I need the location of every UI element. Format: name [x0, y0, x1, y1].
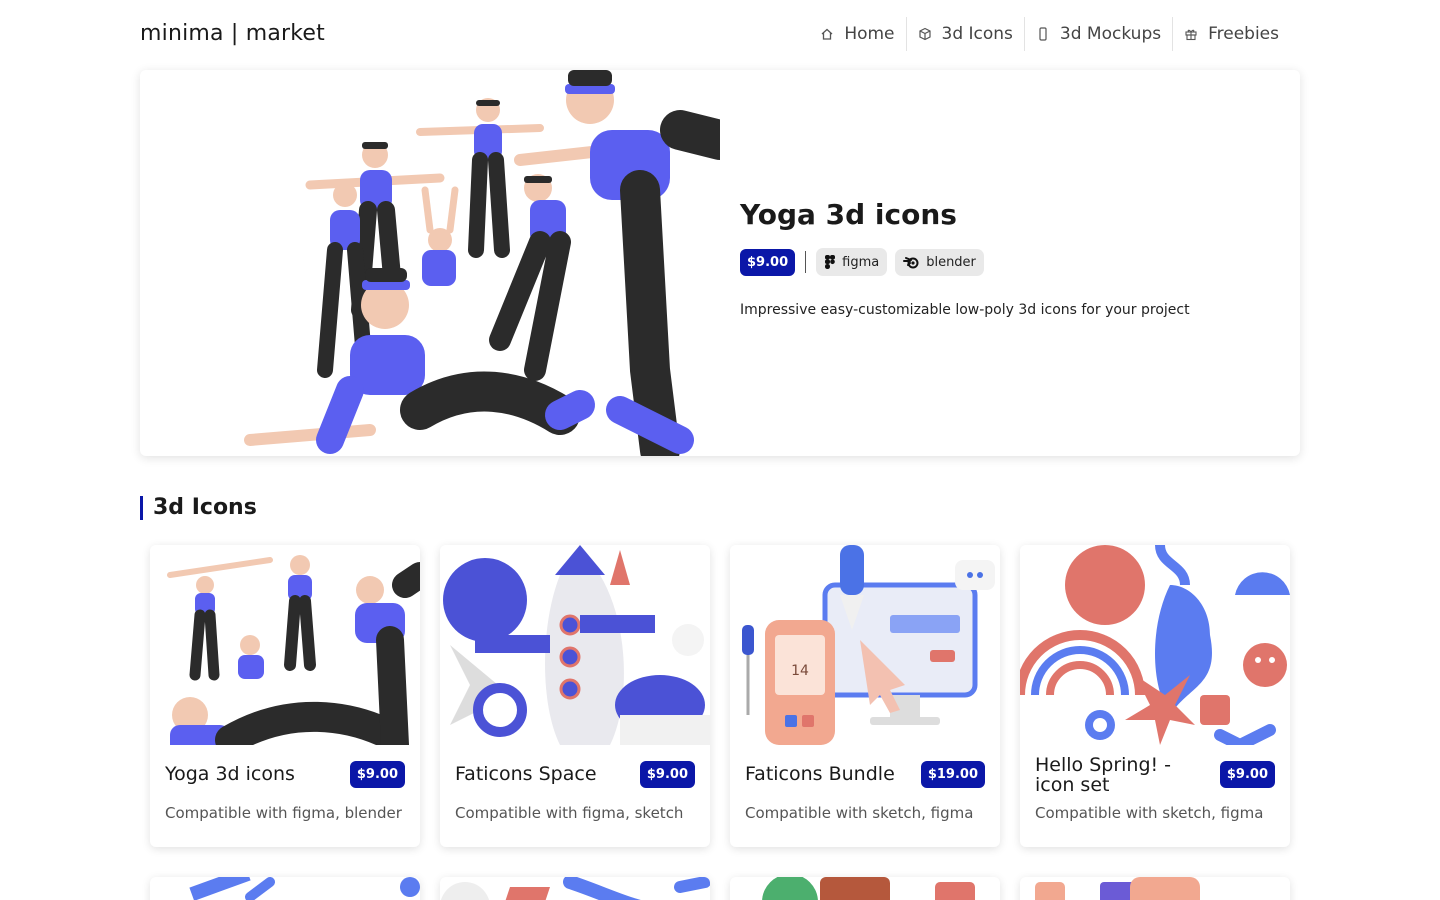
site-logo[interactable]: minima | market [140, 21, 325, 46]
tool-chip-blender-label: blender [926, 254, 976, 270]
nav-3d-mockups[interactable]: 3d Mockups [1025, 17, 1172, 51]
featured-product-hero[interactable]: Yoga 3d icons $9.00 figma blender Impres… [140, 70, 1300, 456]
product-card-price: $9.00 [349, 761, 405, 788]
space-card-image [440, 545, 710, 745]
product-card-image-partial [441, 877, 710, 900]
bundle-card-image: 14 [730, 545, 1000, 745]
product-card[interactable]: Yoga 3d icons $9.00 Compatible with figm… [150, 545, 420, 847]
product-card-compat: Compatible with figma, blender [165, 804, 402, 822]
hero-description: Impressive easy-customizable low-poly 3d… [740, 302, 1190, 318]
main-nav: Home 3d Icons 3d Mockups Freebies [809, 17, 1290, 51]
product-card-partial[interactable] [150, 877, 420, 900]
product-card[interactable]: 14 Faticons Bundle $19.00 Compatible wit… [730, 545, 1000, 847]
product-card-price: $19.00 [920, 761, 985, 788]
product-card-compat: Compatible with sketch, figma [745, 804, 974, 822]
tool-chip-figma: figma [816, 248, 888, 276]
product-card-image-partial [1035, 877, 1200, 900]
cube-icon [918, 27, 931, 41]
hero-product-title[interactable]: Yoga 3d icons [740, 198, 957, 231]
product-card-partial[interactable] [730, 877, 1000, 900]
product-card-image-partial [189, 877, 420, 900]
nav-home[interactable]: Home [809, 17, 905, 51]
product-card-price: $9.00 [639, 761, 695, 788]
tool-chip-figma-label: figma [842, 254, 880, 270]
product-card-name[interactable]: Faticons Space [455, 764, 635, 784]
tool-chip-blender: blender [895, 248, 984, 276]
home-icon [821, 28, 833, 40]
nav-3d-icons[interactable]: 3d Icons [907, 17, 1024, 51]
product-card-name[interactable]: Yoga 3d icons [165, 764, 345, 784]
yoga-card-image [150, 545, 420, 745]
nav-home-label: Home [844, 24, 895, 44]
product-card-image-partial [762, 877, 975, 900]
product-card[interactable]: Faticons Space $9.00 Compatible with fig… [440, 545, 710, 847]
phone-icon [1039, 27, 1047, 41]
nav-3d-icons-label: 3d Icons [941, 24, 1013, 44]
yoga-figures-illustration [244, 70, 720, 456]
svg-text:14: 14 [791, 663, 809, 679]
nav-freebies-label: Freebies [1208, 24, 1279, 44]
product-card-compat: Compatible with figma, sketch [455, 804, 684, 822]
nav-3d-mockups-label: 3d Mockups [1059, 24, 1162, 44]
blender-icon [903, 257, 919, 269]
figma-icon [825, 255, 836, 269]
spring-card-image [1020, 545, 1290, 745]
product-card-compat: Compatible with sketch, figma [1035, 804, 1264, 822]
site-header: minima | market Home 3d Icons 3d Mockups… [140, 0, 1300, 70]
hero-price-badge: $9.00 [740, 248, 796, 276]
section-title-3d-icons: 3d Icons [140, 496, 257, 520]
nav-freebies[interactable]: Freebies [1173, 17, 1290, 51]
hero-tags: $9.00 figma blender [740, 248, 984, 276]
product-card-name[interactable]: Hello Spring! - icon set [1035, 755, 1215, 795]
product-card[interactable]: Hello Spring! - icon set $9.00 Compatibl… [1020, 545, 1290, 847]
product-card-name[interactable]: Faticons Bundle [745, 764, 925, 784]
gift-icon [1185, 29, 1197, 41]
product-card-partial[interactable] [440, 877, 710, 900]
product-card-partial[interactable] [1020, 877, 1290, 900]
tag-divider [805, 251, 807, 273]
product-card-price: $9.00 [1219, 761, 1275, 788]
